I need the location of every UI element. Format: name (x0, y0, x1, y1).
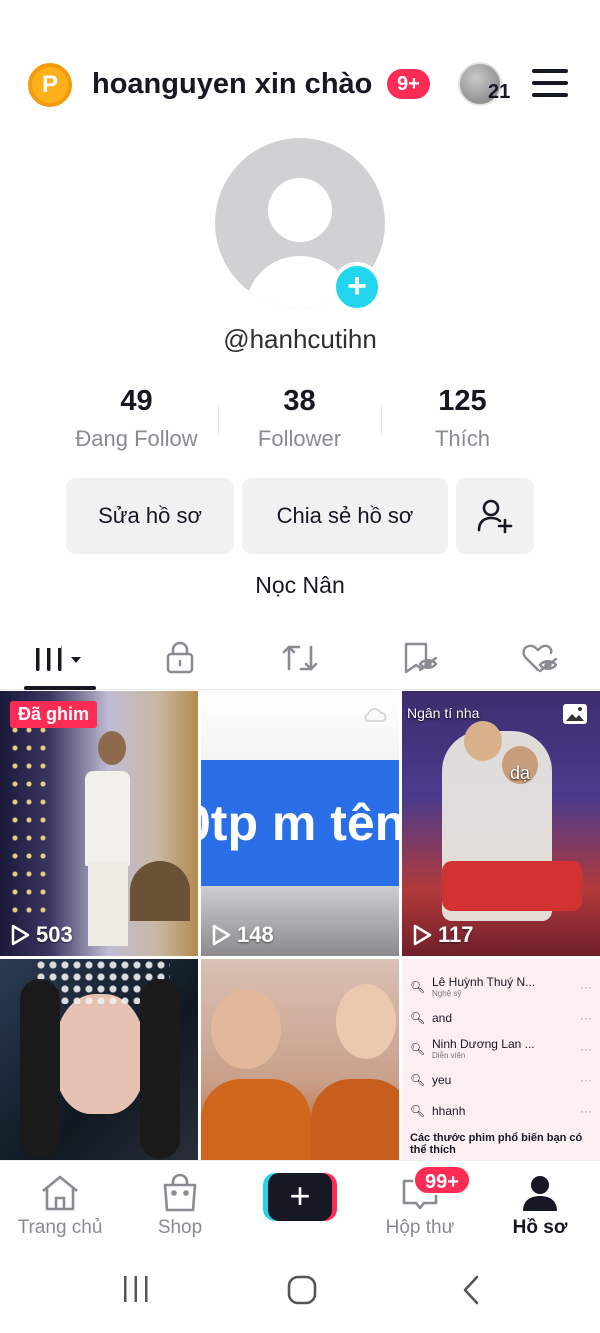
tab-liked[interactable] (480, 628, 600, 688)
search-row: 🔍︎ Ninh Dương Lan ... Diễn viên ··· (410, 1033, 592, 1064)
nav-profile[interactable]: Hồ sơ (480, 1173, 600, 1239)
hidden-liked-icon (522, 644, 558, 673)
play-icon (11, 924, 30, 946)
video-thumbnail[interactable] (0, 959, 198, 1161)
play-icon (413, 924, 432, 946)
inbox-badge: 99+ (413, 1165, 471, 1195)
stat-likes-label: Thích (434, 426, 491, 451)
profile-stats: 49 Đang Follow 38 Follower 125 Thích (55, 385, 545, 465)
video-sticker-text: dạ (510, 763, 531, 783)
search-screenshot: 🔍︎ Lê Huỳnh Thuý N... Nghệ sỹ ··· 🔍︎ and … (402, 959, 600, 1161)
video-caption: Ngân tí nha (407, 705, 480, 721)
add-friend-button[interactable] (456, 478, 534, 554)
plus-icon: + (268, 1173, 332, 1221)
home-icon (42, 1175, 78, 1211)
nav-home-label: Trang chủ (17, 1217, 103, 1238)
profile-handle: @hanhcutihn (223, 324, 377, 354)
system-nav-bar (0, 1248, 600, 1333)
search-row-sub: Nghệ sỹ (432, 989, 462, 998)
view-count: 117 (412, 922, 474, 948)
stat-likes-value: 125 (438, 385, 487, 417)
video-thumbnail[interactable] (201, 959, 399, 1161)
view-count: 148 (211, 922, 274, 948)
stat-following[interactable]: 49 Đang Follow (55, 385, 218, 452)
tab-videos[interactable] (0, 628, 120, 688)
repost-icon (282, 645, 318, 671)
view-count-value: 503 (36, 922, 73, 947)
nav-shop-label: Shop (157, 1217, 203, 1238)
search-row: 🔍︎ hhanh ··· (410, 1095, 592, 1126)
friends-count: 21 (488, 81, 511, 103)
stat-following-value: 49 (120, 385, 153, 417)
tab-private[interactable] (120, 628, 240, 688)
stat-following-label: Đang Follow (75, 426, 198, 451)
stat-followers[interactable]: 38 Follower (218, 385, 381, 452)
add-user-icon (477, 499, 513, 534)
search-row: 🔍︎ Lê Huỳnh Thuý N... Nghệ sỹ ··· (410, 971, 592, 1002)
nav-home[interactable]: Trang chủ (0, 1173, 120, 1239)
search-row: 🔍︎ and ··· (410, 1002, 592, 1033)
more-icon: ··· (580, 1041, 592, 1056)
account-switcher-title[interactable]: hoanguyen xin chào (92, 68, 372, 101)
search-row-text: yeu (432, 1072, 452, 1087)
search-row-text: Lê Huỳnh Thuý N... (432, 975, 536, 989)
cloud-icon (364, 708, 387, 722)
nav-shop[interactable]: Shop (120, 1173, 240, 1239)
video-thumbnail[interactable]: 0tp m tên 148 (201, 691, 399, 956)
play-icon (212, 924, 231, 946)
search-footer-text: Các thước phim phổ biến bạn có thể thích (410, 1132, 583, 1156)
add-avatar-button[interactable]: + (332, 262, 382, 312)
search-icon: 🔍︎ (410, 1041, 426, 1056)
share-profile-button[interactable]: Chia sẻ hồ sơ (242, 478, 448, 554)
shopping-bag-icon (163, 1173, 197, 1212)
more-icon: ··· (580, 1072, 592, 1087)
notification-badge: 9+ (387, 69, 430, 99)
edit-profile-button[interactable]: Sửa hồ sơ (66, 478, 234, 554)
tab-reposts[interactable] (240, 628, 360, 688)
search-row: 🔍︎ yeu ··· (410, 1064, 592, 1095)
videos-grid-icon (36, 645, 81, 671)
tab-favorites[interactable] (360, 628, 480, 688)
search-row-text: and (432, 1010, 453, 1025)
recent-apps-icon[interactable] (120, 1274, 152, 1304)
create-button[interactable]: + (263, 1173, 337, 1221)
coin-letter: P (41, 71, 58, 98)
more-icon: ··· (580, 979, 592, 994)
search-row-text: Ninh Dương Lan ... (432, 1037, 535, 1051)
stat-likes[interactable]: 125 Thích (381, 385, 544, 452)
more-icon: ··· (580, 1010, 592, 1025)
profile-tabs (0, 628, 600, 690)
home-button-icon[interactable] (286, 1274, 318, 1306)
video-overlay-text: 0tp m tên (201, 761, 399, 886)
stat-followers-label: Follower (257, 426, 342, 451)
view-count: 503 (10, 922, 73, 948)
pinned-badge: Đã ghim (10, 701, 98, 728)
search-icon: 🔍︎ (410, 1010, 426, 1025)
video-thumbnail[interactable]: Ngân tí nha dạ 117 (402, 691, 600, 956)
nav-profile-label: Hồ sơ (512, 1217, 568, 1238)
view-count-value: 148 (237, 922, 274, 947)
profile-bio: Nọc Nân (255, 572, 345, 598)
search-row-sub: Diễn viên (432, 1051, 466, 1060)
profile-icon (523, 1176, 557, 1211)
hidden-favorites-icon (404, 642, 438, 674)
hamburger-menu-icon[interactable] (532, 69, 568, 97)
video-thumbnail[interactable]: 🔍︎ Lê Huỳnh Thuý N... Nghệ sỹ ··· 🔍︎ and … (402, 959, 600, 1161)
search-icon: 🔍︎ (410, 979, 426, 994)
active-tab-indicator (24, 686, 96, 690)
view-count-value: 117 (438, 922, 474, 947)
image-icon (563, 704, 587, 724)
more-icon: ··· (580, 1103, 592, 1118)
search-row-text: hhanh (432, 1103, 466, 1118)
search-icon: 🔍︎ (410, 1072, 426, 1087)
back-icon[interactable] (458, 1274, 484, 1306)
search-icon: 🔍︎ (410, 1103, 426, 1118)
stat-followers-value: 38 (283, 385, 316, 417)
nav-inbox-label: Hộp thư (385, 1217, 455, 1238)
lock-icon (166, 641, 194, 674)
top-header: P hoanguyen xin chào 9+ 21 (0, 55, 600, 115)
coin-icon[interactable]: P (28, 63, 72, 107)
video-thumbnail[interactable]: Đã ghim 503 (0, 691, 198, 956)
bottom-nav: Trang chủ Shop + Hộp thư 99+ Hồ sơ (0, 1160, 600, 1246)
